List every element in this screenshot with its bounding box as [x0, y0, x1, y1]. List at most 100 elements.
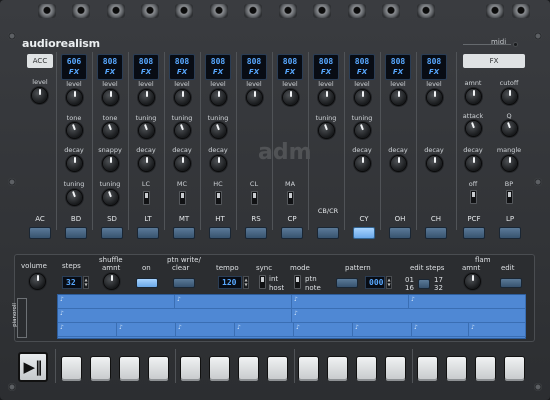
instrument-display[interactable]: 808 FX	[205, 54, 231, 80]
ma-switch[interactable]	[287, 191, 294, 205]
tuning-knob[interactable]	[175, 123, 190, 138]
tempo-stepper[interactable]: ▲ ▼	[243, 276, 249, 289]
snappy-knob[interactable]	[103, 156, 118, 171]
edit-steps-toggle[interactable]	[418, 279, 430, 289]
level-knob[interactable]	[427, 90, 442, 105]
cutoff-knob[interactable]	[502, 89, 517, 104]
pianoroll-toggle[interactable]	[17, 298, 27, 338]
hc-switch[interactable]	[215, 191, 222, 205]
volume-knob[interactable]	[30, 274, 45, 289]
decay-knob[interactable]	[67, 156, 82, 171]
lc-switch[interactable]	[143, 191, 150, 205]
grid-cell[interactable]: ♪	[175, 295, 292, 309]
ht-button[interactable]	[209, 227, 231, 239]
grid-cell[interactable]: ♪	[292, 295, 409, 309]
step-key[interactable]	[239, 357, 258, 379]
tone-knob[interactable]	[67, 123, 82, 138]
level-knob[interactable]	[283, 90, 298, 105]
level-knob[interactable]	[67, 90, 82, 105]
oh-button[interactable]	[389, 227, 411, 239]
instrument-display[interactable]: 808 FX	[313, 54, 339, 80]
attack-knob[interactable]	[466, 121, 481, 136]
decay-knob[interactable]	[211, 156, 226, 171]
instrument-display[interactable]: 808 FX	[277, 54, 303, 80]
decay-knob[interactable]	[139, 156, 154, 171]
step-key[interactable]	[328, 357, 347, 379]
step-grid[interactable]: ♪ ♪ ♪ ♪ ♪ ♪ ♪ ♪ ♪ ♪ ♪ ♪ ♪ ♪	[57, 294, 526, 339]
step-key[interactable]	[91, 357, 110, 379]
grid-cell[interactable]: ♪	[412, 323, 469, 337]
grid-cell[interactable]: ♪	[176, 323, 235, 337]
step-key[interactable]	[268, 357, 287, 379]
decay-knob[interactable]	[391, 156, 406, 171]
filter-bp-switch[interactable]	[506, 190, 513, 204]
step-key[interactable]	[505, 357, 524, 379]
step-key[interactable]	[299, 357, 318, 379]
mc-switch[interactable]	[179, 191, 186, 205]
grid-cell[interactable]: ♪	[117, 323, 176, 337]
fx-amnt-knob[interactable]	[466, 89, 481, 104]
instrument-display[interactable]: 808 FX	[241, 54, 267, 80]
step-key[interactable]	[447, 357, 466, 379]
level-knob[interactable]	[211, 90, 226, 105]
level-knob[interactable]	[319, 90, 334, 105]
tuning-knob[interactable]	[211, 123, 226, 138]
pattern-stepper[interactable]: ▲ ▼	[386, 276, 392, 289]
step-key[interactable]	[149, 357, 168, 379]
ptn-write-button[interactable]	[173, 278, 195, 288]
instrument-display[interactable]: 808 FX	[169, 54, 195, 80]
shuffle-on-button[interactable]	[136, 278, 158, 288]
cbcr-button[interactable]	[317, 227, 339, 239]
mangle-knob[interactable]	[502, 156, 517, 171]
tuning-knob[interactable]	[355, 123, 370, 138]
tone-knob[interactable]	[103, 123, 118, 138]
bd-button[interactable]	[65, 227, 87, 239]
tuning-knob[interactable]	[319, 123, 334, 138]
instrument-display[interactable]: 606 FX	[61, 54, 87, 80]
fx-tab[interactable]: FX	[463, 54, 525, 68]
fx-decay-knob[interactable]	[466, 156, 481, 171]
tempo-display[interactable]: 120	[218, 276, 242, 289]
instrument-display[interactable]: 808 FX	[133, 54, 159, 80]
grid-cell[interactable]: ♪	[235, 323, 294, 337]
lt-button[interactable]	[137, 227, 159, 239]
grid-cell[interactable]: ♪	[469, 323, 526, 337]
grid-cell[interactable]: ♪	[292, 309, 526, 323]
steps-display[interactable]: 32	[62, 276, 82, 289]
flam-amnt-knob[interactable]	[465, 274, 480, 289]
q-knob[interactable]	[502, 121, 517, 136]
rs-button[interactable]	[245, 227, 267, 239]
lp-button[interactable]	[499, 227, 521, 239]
tuning-knob[interactable]	[103, 190, 118, 205]
ch-button[interactable]	[425, 227, 447, 239]
instrument-display[interactable]: 808 FX	[421, 54, 447, 80]
cl-switch[interactable]	[251, 191, 258, 205]
level-knob[interactable]	[355, 90, 370, 105]
decay-knob[interactable]	[355, 156, 370, 171]
step-key[interactable]	[476, 357, 495, 379]
step-key[interactable]	[210, 357, 229, 379]
grid-cell[interactable]: ♪	[58, 295, 175, 309]
mode-switch[interactable]	[294, 275, 301, 289]
grid-cell[interactable]: ♪	[294, 323, 353, 337]
step-key[interactable]	[181, 357, 200, 379]
mt-button[interactable]	[173, 227, 195, 239]
level-knob[interactable]	[32, 88, 47, 103]
cp-button[interactable]	[281, 227, 303, 239]
level-knob[interactable]	[391, 90, 406, 105]
step-key[interactable]	[418, 357, 437, 379]
shuffle-amnt-knob[interactable]	[104, 274, 119, 289]
tuning-knob[interactable]	[139, 123, 154, 138]
level-knob[interactable]	[175, 90, 190, 105]
grid-cell[interactable]: ♪	[58, 309, 292, 323]
sync-switch[interactable]	[259, 275, 266, 289]
instrument-display[interactable]: 808 FX	[349, 54, 375, 80]
level-knob[interactable]	[139, 90, 154, 105]
step-key[interactable]	[62, 357, 81, 379]
pattern-button[interactable]	[336, 278, 358, 288]
acc-tab[interactable]: ACC	[27, 54, 53, 68]
play-pause-button[interactable]: ▶‖	[18, 352, 48, 382]
grid-cell[interactable]: ♪	[58, 323, 117, 337]
instrument-display[interactable]: 808 FX	[97, 54, 123, 80]
tuning-knob[interactable]	[67, 190, 82, 205]
